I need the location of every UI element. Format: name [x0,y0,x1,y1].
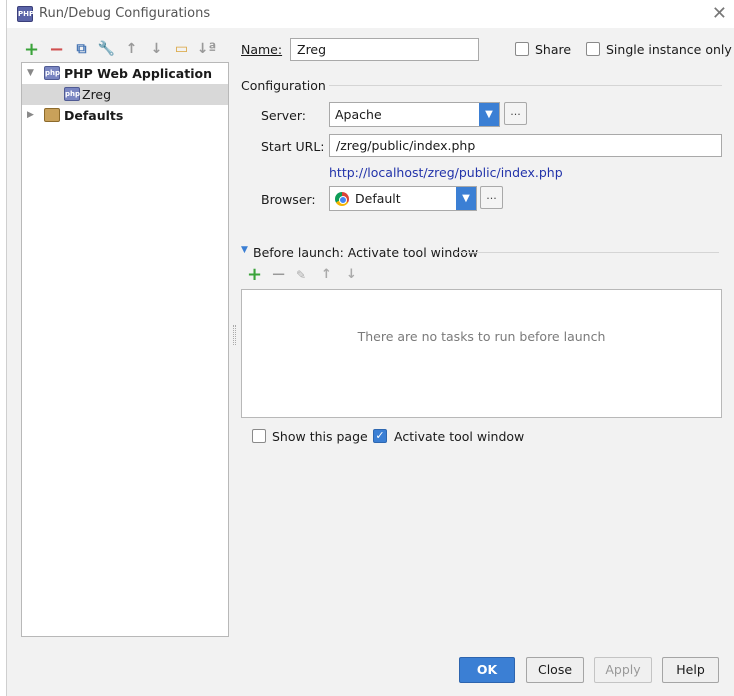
remove-task-icon[interactable]: − [271,264,286,285]
config-toolbar: + − ⧉ 🔧 ↑ ↓ ▭ ↓ª [23,39,217,60]
window-title: Run/Debug Configurations [39,6,211,21]
app-icon: PHP [17,6,34,22]
move-up-task-icon[interactable]: ↑ [321,267,332,282]
run-debug-dialog: PHP Run/Debug Configurations ✕ + − ⧉ 🔧 ↑… [6,0,734,696]
browser-label: Browser: [261,192,316,207]
edit-task-icon[interactable]: ✎ [296,268,306,282]
sort-icon[interactable]: ↓ª [197,41,217,58]
tree-item-label: PHP Web Application [64,66,212,81]
expand-arrow-icon[interactable]: ▼ [27,63,34,84]
defaults-wrench-icon [44,108,60,122]
before-launch-task-list[interactable]: There are no tasks to run before launch [241,289,722,418]
configuration-heading: Configuration [241,78,326,93]
folder-icon[interactable]: ▭ [173,41,190,58]
move-up-icon[interactable]: ↑ [123,41,140,58]
help-button[interactable]: Help [662,657,719,683]
close-button[interactable]: Close [526,657,584,683]
panel-splitter[interactable] [233,325,236,345]
browser-browse-button[interactable]: ... [480,186,503,209]
apply-button[interactable]: Apply [594,657,652,683]
tree-item-zreg[interactable]: php Zreg [22,84,228,105]
chevron-down-icon[interactable]: ▼ [456,187,476,210]
single-instance-label: Single instance only [606,42,732,57]
start-url-field[interactable]: /zreg/public/index.php [329,134,722,157]
server-value: Apache [335,107,382,122]
section-divider [329,85,722,86]
before-launch-heading: Before launch: Activate tool window [253,245,479,260]
move-down-task-icon[interactable]: ↓ [346,267,357,282]
server-label: Server: [261,108,306,123]
copy-config-icon[interactable]: ⧉ [73,41,90,58]
tree-item-defaults[interactable]: ▶ Defaults [22,105,228,126]
tree-item-label: Defaults [64,108,124,123]
resolved-url-link[interactable]: http://localhost/zreg/public/index.php [329,165,563,180]
section-divider [455,252,719,253]
ok-button[interactable]: OK [459,657,515,683]
name-field[interactable]: Zreg [290,38,479,61]
close-icon[interactable]: ✕ [712,3,727,24]
add-task-icon[interactable]: + [247,264,262,285]
activate-tool-window-checkbox[interactable]: ✓ [373,429,387,443]
php-icon: php [44,66,60,80]
empty-tasks-message: There are no tasks to run before launch [357,329,606,344]
server-dropdown[interactable]: Apache ▼ [329,102,500,127]
server-browse-button[interactable]: ... [504,102,527,125]
browser-value: Default [355,191,401,206]
chevron-down-icon[interactable]: ▼ [479,103,499,126]
show-this-page-checkbox[interactable] [252,429,266,443]
share-checkbox[interactable] [515,42,529,56]
collapse-arrow-icon[interactable]: ▶ [27,105,34,126]
move-down-icon[interactable]: ↓ [148,41,165,58]
chrome-icon [335,192,349,206]
start-url-label: Start URL: [261,139,325,154]
edit-defaults-icon[interactable]: 🔧 [98,41,115,58]
tree-item-label: Zreg [82,87,112,102]
activate-tool-window-label: Activate tool window [394,429,525,444]
name-label: Name: [241,42,283,57]
single-instance-checkbox[interactable] [586,42,600,56]
remove-config-icon[interactable]: − [48,39,65,60]
browser-dropdown[interactable]: Default ▼ [329,186,477,211]
add-config-icon[interactable]: + [23,39,40,60]
title-bar: PHP Run/Debug Configurations ✕ [7,0,734,28]
php-icon: php [64,87,80,101]
config-tree: ▼ php PHP Web Application php Zreg ▶ Def… [21,62,229,637]
collapse-triangle-icon[interactable]: ▼ [241,245,248,255]
share-label: Share [535,42,572,57]
show-this-page-label: Show this page [272,429,368,444]
tree-item-php-web-application[interactable]: ▼ php PHP Web Application [22,63,228,84]
